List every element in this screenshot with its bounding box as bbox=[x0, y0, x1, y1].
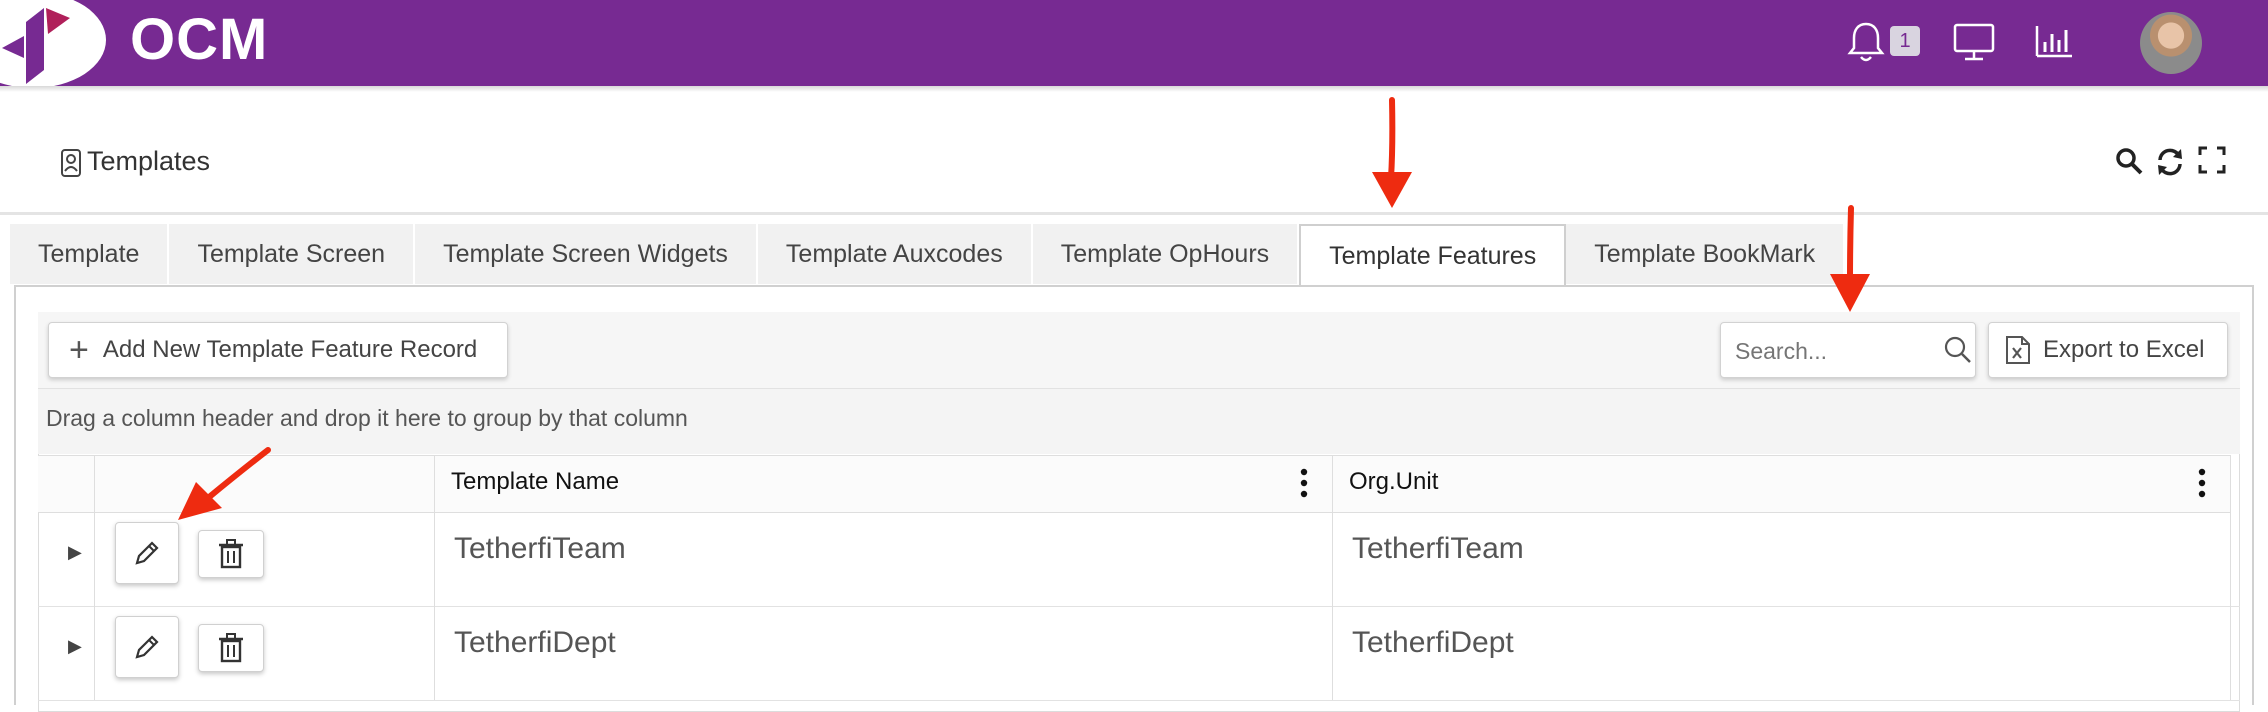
template-page-icon bbox=[61, 149, 81, 177]
add-record-label: Add New Template Feature Record bbox=[102, 336, 478, 363]
column-divider bbox=[94, 513, 95, 700]
table-row[interactable] bbox=[38, 607, 2240, 701]
search-input[interactable] bbox=[1735, 333, 1925, 369]
column-header-template-name[interactable]: Template Name bbox=[434, 455, 1332, 513]
column-divider bbox=[434, 513, 435, 700]
group-by-drop-zone[interactable]: Drag a column header and drop it here to… bbox=[38, 388, 2240, 454]
search-icon[interactable] bbox=[2114, 146, 2144, 176]
cell-org-unit: TetherfiDept bbox=[1352, 626, 1514, 659]
search-box[interactable] bbox=[1720, 322, 1976, 378]
notification-badge[interactable]: 1 bbox=[1890, 26, 1920, 56]
bell-icon[interactable] bbox=[1846, 20, 1886, 64]
delete-button[interactable] bbox=[198, 530, 264, 578]
tab-template-auxcodes[interactable]: Template Auxcodes bbox=[757, 224, 1033, 284]
header-divider bbox=[0, 212, 2268, 215]
tab-template-screen[interactable]: Template Screen bbox=[169, 224, 416, 284]
page-title: Templates bbox=[87, 146, 211, 176]
column-header-expander bbox=[38, 455, 94, 513]
column-header-label: Org.Unit bbox=[1349, 468, 1439, 495]
annotation-arrow-edit-button bbox=[178, 447, 271, 520]
edit-button[interactable] bbox=[115, 616, 179, 678]
tab-template-features[interactable]: Template Features bbox=[1299, 224, 1567, 286]
bar-chart-icon[interactable] bbox=[2034, 20, 2074, 64]
export-label: Export to Excel bbox=[2043, 336, 2205, 363]
tab-template[interactable]: Template bbox=[10, 224, 170, 284]
pencil-icon bbox=[135, 541, 159, 565]
cell-org-unit: TetherfiTeam bbox=[1352, 532, 1524, 565]
plus-icon: + bbox=[69, 331, 89, 369]
table-row[interactable] bbox=[38, 513, 2240, 607]
tab-template-ophours[interactable]: Template OpHours bbox=[1032, 224, 1300, 284]
annotation-arrow-down-tab bbox=[1372, 97, 1412, 208]
excel-file-icon bbox=[2006, 336, 2030, 364]
column-divider bbox=[1332, 513, 1333, 700]
brand-title: OCM bbox=[130, 7, 269, 72]
cell-template-name: TetherfiTeam bbox=[454, 532, 626, 565]
refresh-icon[interactable] bbox=[2154, 146, 2186, 178]
trash-icon bbox=[219, 633, 243, 663]
search-icon[interactable] bbox=[1943, 335, 1973, 365]
topbar-shadow bbox=[0, 86, 2268, 92]
ocm-logo-icon[interactable] bbox=[0, 0, 90, 86]
trash-icon bbox=[219, 539, 243, 569]
row-expand-icon[interactable]: ▶ bbox=[68, 542, 82, 563]
row-expand-icon[interactable]: ▶ bbox=[68, 636, 82, 657]
pencil-icon bbox=[135, 635, 159, 659]
column-menu-icon[interactable] bbox=[1300, 468, 1308, 498]
column-divider bbox=[2230, 455, 2231, 700]
tab-template-bookmark[interactable]: Template BookMark bbox=[1566, 224, 1846, 284]
fullscreen-icon[interactable] bbox=[2198, 146, 2226, 174]
column-header-org-unit[interactable]: Org.Unit bbox=[1332, 455, 2230, 513]
export-excel-button[interactable]: Export to Excel bbox=[1988, 322, 2228, 378]
monitor-icon[interactable] bbox=[1952, 20, 1996, 64]
top-bar: OCM 1 bbox=[0, 0, 2268, 88]
column-menu-icon[interactable] bbox=[2198, 468, 2206, 498]
annotation-arrow-down-search bbox=[1830, 205, 1870, 312]
delete-button[interactable] bbox=[198, 624, 264, 672]
add-record-button[interactable]: + Add New Template Feature Record bbox=[48, 322, 508, 378]
edit-button[interactable] bbox=[115, 522, 179, 584]
tab-template-screen-widgets[interactable]: Template Screen Widgets bbox=[415, 224, 758, 284]
tab-bar: Template Template Screen Template Screen… bbox=[10, 224, 1846, 286]
cell-template-name: TetherfiDept bbox=[454, 626, 616, 659]
user-avatar[interactable] bbox=[2140, 12, 2202, 74]
column-header-label: Template Name bbox=[451, 468, 620, 495]
